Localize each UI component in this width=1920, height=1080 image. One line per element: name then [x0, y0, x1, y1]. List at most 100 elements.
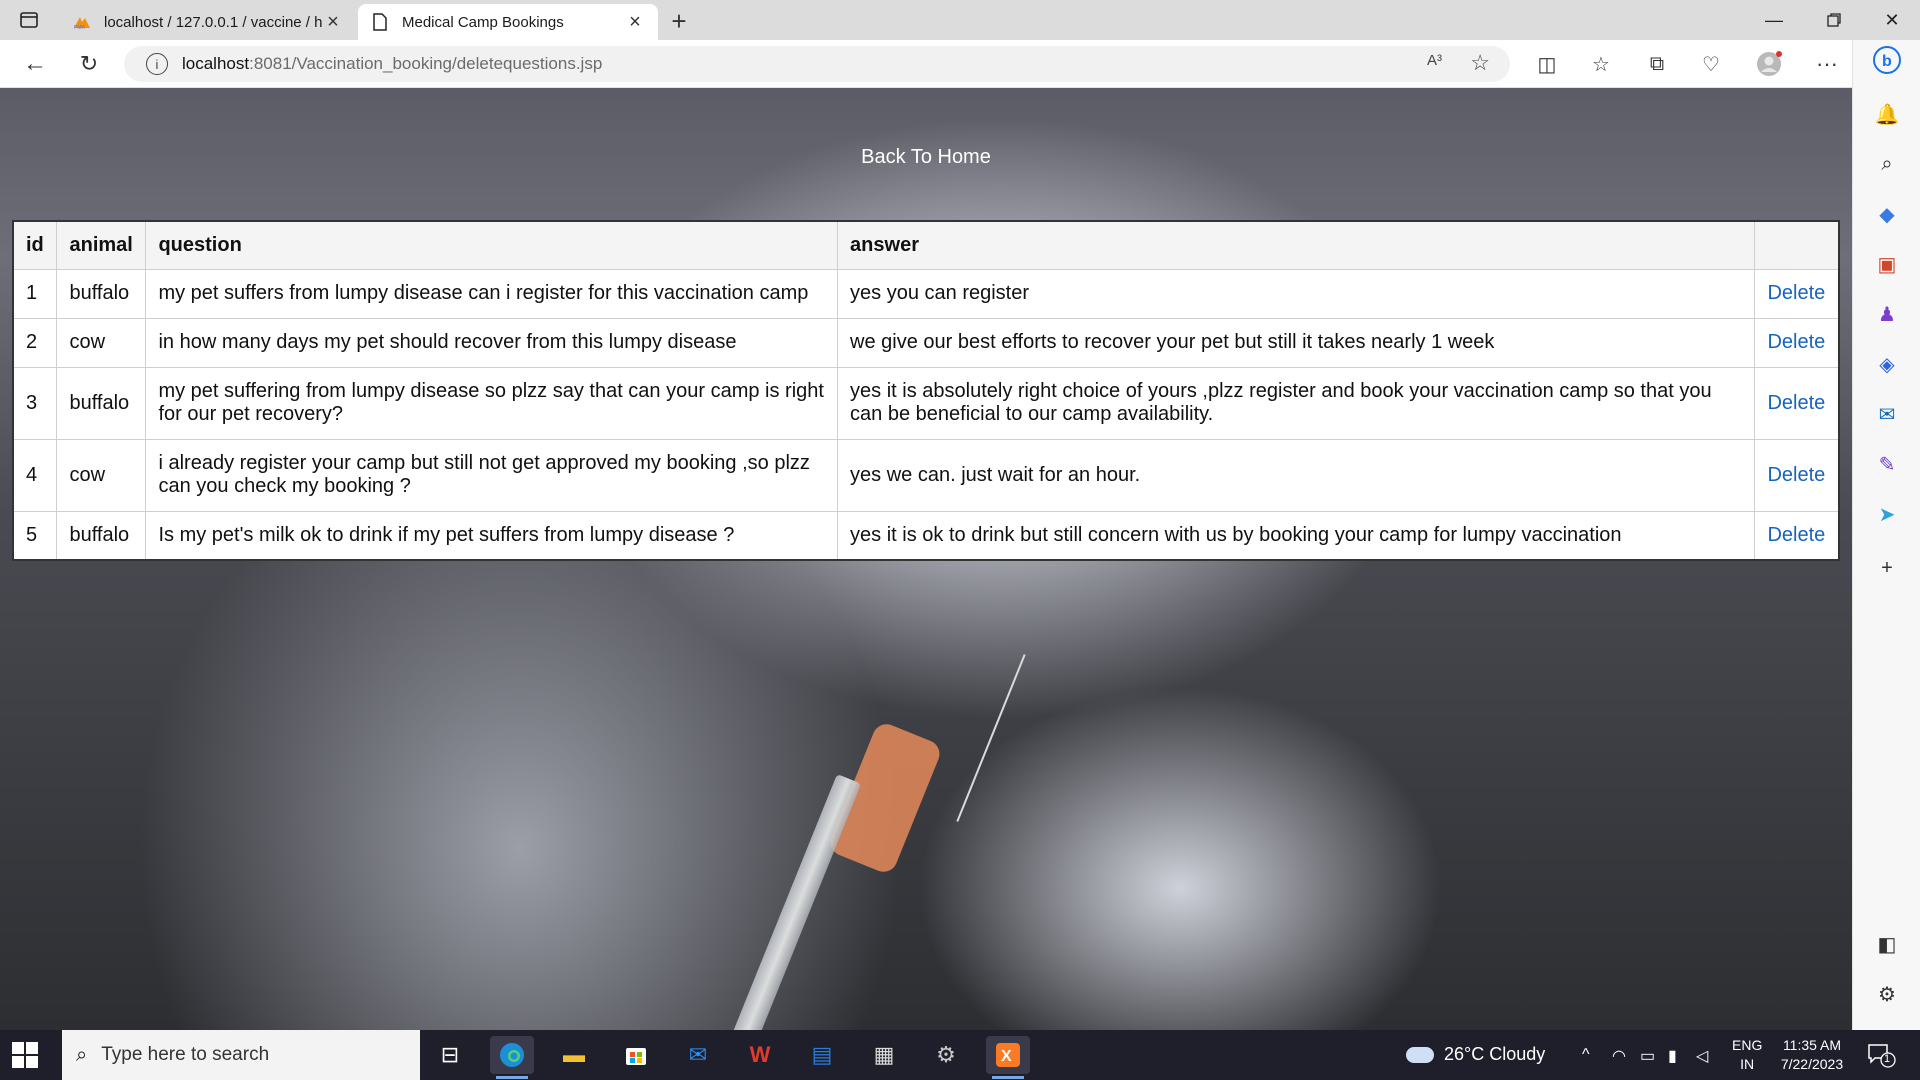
split-screen-icon[interactable]: ◫: [1530, 48, 1564, 80]
edge-sidebar: b 🔔 ⌕ ◆ ▣ ♟ ◈ ✉ ✎ ➤ + ◧ ⚙: [1852, 40, 1920, 1030]
active-indicator: [992, 1076, 1024, 1079]
page-viewport: Back To Home id animal question answer 1…: [0, 88, 1852, 1030]
cell-question: Is my pet's milk ok to drink if my pet s…: [145, 510, 839, 561]
minimize-button[interactable]: —: [1746, 0, 1802, 40]
browser-tabstrip: PMA localhost / 127.0.0.1 / vaccine / h …: [0, 0, 1920, 40]
new-tab-button[interactable]: +: [664, 6, 694, 36]
cell-id: 3: [12, 366, 58, 440]
column-header-id: id: [12, 220, 58, 270]
cell-id: 4: [12, 438, 58, 512]
cloud-icon: [1406, 1046, 1434, 1063]
cell-action: Delete: [1754, 366, 1840, 440]
windows-start-icon[interactable]: [12, 1042, 38, 1068]
network-icon[interactable]: ◠: [1612, 1046, 1626, 1066]
settings-gear-icon[interactable]: ⚙: [1871, 978, 1903, 1010]
weather-widget[interactable]: 26°C Cloudy: [1406, 1044, 1545, 1065]
language-indicator[interactable]: ENG IN: [1732, 1036, 1762, 1074]
collections-icon[interactable]: ⧉: [1640, 48, 1674, 80]
close-icon[interactable]: ×: [322, 11, 344, 33]
cell-id: 2: [12, 317, 58, 368]
cell-answer: yes you can register: [837, 268, 1756, 319]
shopping-tag-icon[interactable]: ◆: [1871, 198, 1903, 230]
cell-question: my pet suffering from lumpy disease so p…: [145, 366, 839, 440]
profile-avatar[interactable]: [1752, 48, 1786, 80]
cell-id: 1: [12, 268, 58, 319]
delete-link[interactable]: Delete: [1767, 282, 1825, 304]
meet-now-icon[interactable]: ▭: [1640, 1046, 1655, 1066]
back-arrow-icon[interactable]: ←: [18, 48, 52, 80]
tab-title: localhost / 127.0.0.1 / vaccine / h: [104, 13, 322, 31]
browser-essentials-icon[interactable]: ♡: [1694, 48, 1728, 80]
background-image: [724, 774, 862, 1030]
phpmyadmin-icon: PMA: [72, 12, 92, 32]
column-header-question: question: [145, 220, 839, 270]
cell-answer: we give our best efforts to recover your…: [837, 317, 1756, 368]
games-icon[interactable]: ♟: [1871, 298, 1903, 330]
page-icon: [370, 12, 390, 32]
xampp-icon[interactable]: X: [986, 1036, 1030, 1079]
cell-action: Delete: [1754, 268, 1840, 319]
delete-link[interactable]: Delete: [1767, 392, 1825, 414]
settings-app-icon[interactable]: ⚙: [924, 1036, 968, 1074]
active-indicator: [496, 1076, 528, 1079]
notification-center-icon[interactable]: 1: [1866, 1042, 1896, 1068]
tools-briefcase-icon[interactable]: ▣: [1871, 248, 1903, 280]
cell-action: Delete: [1754, 317, 1840, 368]
delete-link[interactable]: Delete: [1767, 524, 1825, 546]
delete-link[interactable]: Delete: [1767, 331, 1825, 353]
file-explorer-icon[interactable]: ▬: [552, 1036, 596, 1074]
tab-phpmyadmin[interactable]: PMA localhost / 127.0.0.1 / vaccine / h …: [60, 4, 356, 40]
tab-actions-icon[interactable]: [12, 6, 46, 34]
edge-browser-icon[interactable]: [490, 1036, 534, 1079]
favorites-icon[interactable]: ☆: [1584, 48, 1618, 80]
favorite-star-icon[interactable]: ☆: [1470, 50, 1490, 76]
cell-answer: yes it is absolutely right choice of you…: [837, 366, 1756, 440]
back-to-home-link[interactable]: Back To Home: [0, 146, 1852, 169]
restore-button[interactable]: [1806, 0, 1862, 40]
volume-icon[interactable]: ◁: [1696, 1046, 1708, 1066]
cell-answer: yes it is ok to drink but still concern …: [837, 510, 1756, 561]
url-text[interactable]: localhost:8081/Vaccination_booking/delet…: [182, 54, 602, 74]
table-row: 5 buffalo Is my pet's milk ok to drink i…: [12, 510, 1840, 561]
close-icon[interactable]: ×: [624, 11, 646, 33]
show-hidden-icons-chevron-icon[interactable]: ^: [1582, 1046, 1590, 1064]
notification-bell-icon[interactable]: 🔔: [1871, 98, 1903, 130]
delete-link[interactable]: Delete: [1767, 464, 1825, 486]
cell-question: in how many days my pet should recover f…: [145, 317, 839, 368]
cell-action: Delete: [1754, 438, 1840, 512]
search-icon: ⌕: [76, 1043, 88, 1066]
table-header-row: id animal question answer: [12, 220, 1840, 270]
cell-id: 5: [12, 510, 58, 561]
clock-time: 11:35 AM: [1782, 1037, 1842, 1053]
hide-sidebar-icon[interactable]: ◧: [1871, 928, 1903, 960]
tab-medical-camp-bookings[interactable]: Medical Camp Bookings ×: [358, 4, 658, 40]
column-header-animal: animal: [56, 220, 147, 270]
more-options-icon[interactable]: ···: [1810, 48, 1844, 80]
designer-icon[interactable]: ✎: [1871, 448, 1903, 480]
column-header-action: [1754, 220, 1840, 270]
taskbar-search-box[interactable]: ⌕ Type here to search: [62, 1030, 420, 1080]
mail-icon[interactable]: ✉: [676, 1036, 720, 1074]
column-header-answer: answer: [837, 220, 1756, 270]
microsoft-365-icon[interactable]: ◈: [1871, 348, 1903, 380]
notification-count: 1: [1884, 1053, 1891, 1065]
close-window-button[interactable]: ✕: [1864, 0, 1920, 40]
outlook-icon[interactable]: ✉: [1871, 398, 1903, 430]
refresh-icon[interactable]: ↻: [72, 48, 106, 80]
cell-animal: cow: [56, 438, 147, 512]
search-icon[interactable]: ⌕: [1871, 148, 1903, 180]
system-clock[interactable]: 11:35 AM 7/22/2023: [1768, 1036, 1856, 1074]
battery-icon[interactable]: ▮: [1668, 1046, 1677, 1066]
bing-copilot-icon[interactable]: b: [1871, 44, 1903, 76]
microsoft-store-icon[interactable]: [614, 1036, 658, 1074]
document-app-icon[interactable]: ▤: [800, 1036, 844, 1074]
read-aloud-icon[interactable]: A³: [1427, 52, 1442, 69]
info-icon[interactable]: i: [146, 53, 168, 75]
address-bar[interactable]: i localhost:8081/Vaccination_booking/del…: [124, 46, 1510, 82]
task-view-icon[interactable]: ⊟: [428, 1036, 472, 1074]
svg-text:PMA: PMA: [74, 25, 86, 30]
wps-office-icon[interactable]: W: [738, 1036, 782, 1074]
drop-icon[interactable]: ➤: [1871, 498, 1903, 530]
calculator-icon[interactable]: ▦: [862, 1036, 906, 1074]
add-sidebar-app-icon[interactable]: +: [1871, 552, 1903, 584]
